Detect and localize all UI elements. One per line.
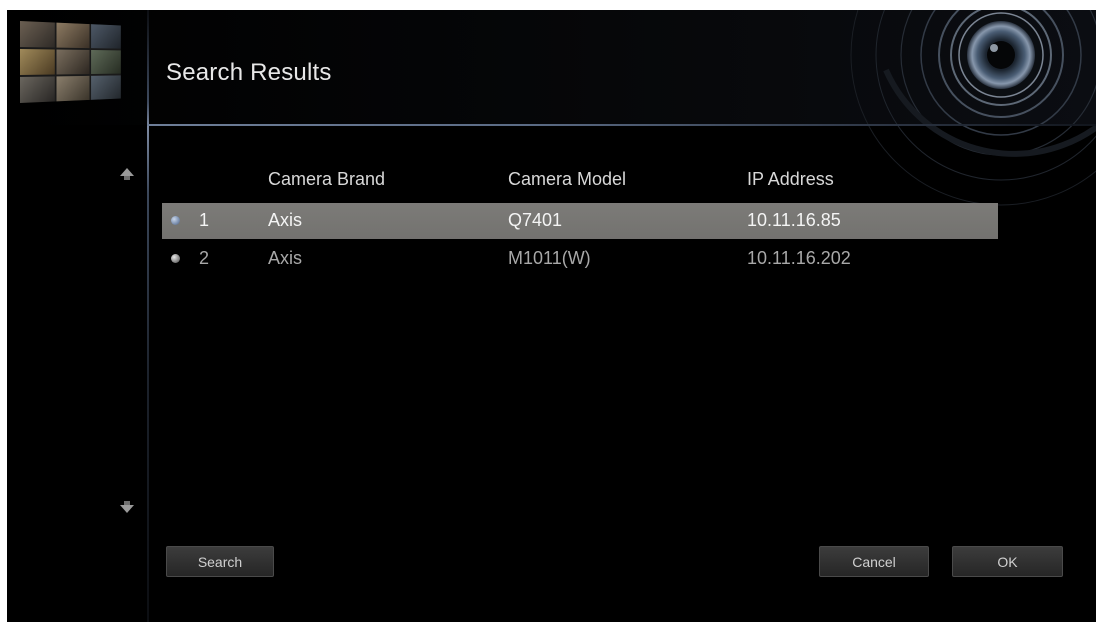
dialog-screen: Search Results Camera Brand Camera Model… — [7, 10, 1096, 622]
column-header-camera-model: Camera Model — [508, 169, 627, 189]
sidebar-divider — [147, 10, 149, 622]
table-row[interactable]: 1 Axis Q7401 10.11.16.85 — [162, 203, 998, 239]
page-title: Search Results — [166, 59, 332, 86]
row-index: 1 — [199, 210, 210, 230]
ok-button[interactable]: OK — [952, 546, 1063, 577]
header-divider — [147, 124, 1096, 126]
ip-address-cell: 10.11.16.85 — [747, 210, 841, 230]
camera-model-cell: M1011(W) — [508, 248, 591, 268]
search-button[interactable]: Search — [166, 546, 274, 577]
camera-model-cell: Q7401 — [508, 210, 563, 230]
camera-grid-thumbnail — [20, 21, 121, 103]
row-radio-icon — [171, 216, 180, 225]
scroll-up-arrow-icon[interactable] — [119, 167, 135, 183]
row-index: 2 — [199, 248, 210, 268]
row-radio-icon — [171, 254, 180, 263]
column-header-camera-brand: Camera Brand — [268, 169, 386, 189]
scroll-down-arrow-icon[interactable] — [119, 499, 135, 515]
camera-brand-cell: Axis — [268, 248, 303, 268]
cancel-button[interactable]: Cancel — [819, 546, 929, 577]
column-header-ip-address: IP Address — [747, 169, 834, 189]
ip-address-cell: 10.11.16.202 — [747, 248, 851, 268]
camera-brand-cell: Axis — [268, 210, 303, 230]
table-row[interactable]: 2 Axis M1011(W) 10.11.16.202 — [162, 241, 998, 277]
